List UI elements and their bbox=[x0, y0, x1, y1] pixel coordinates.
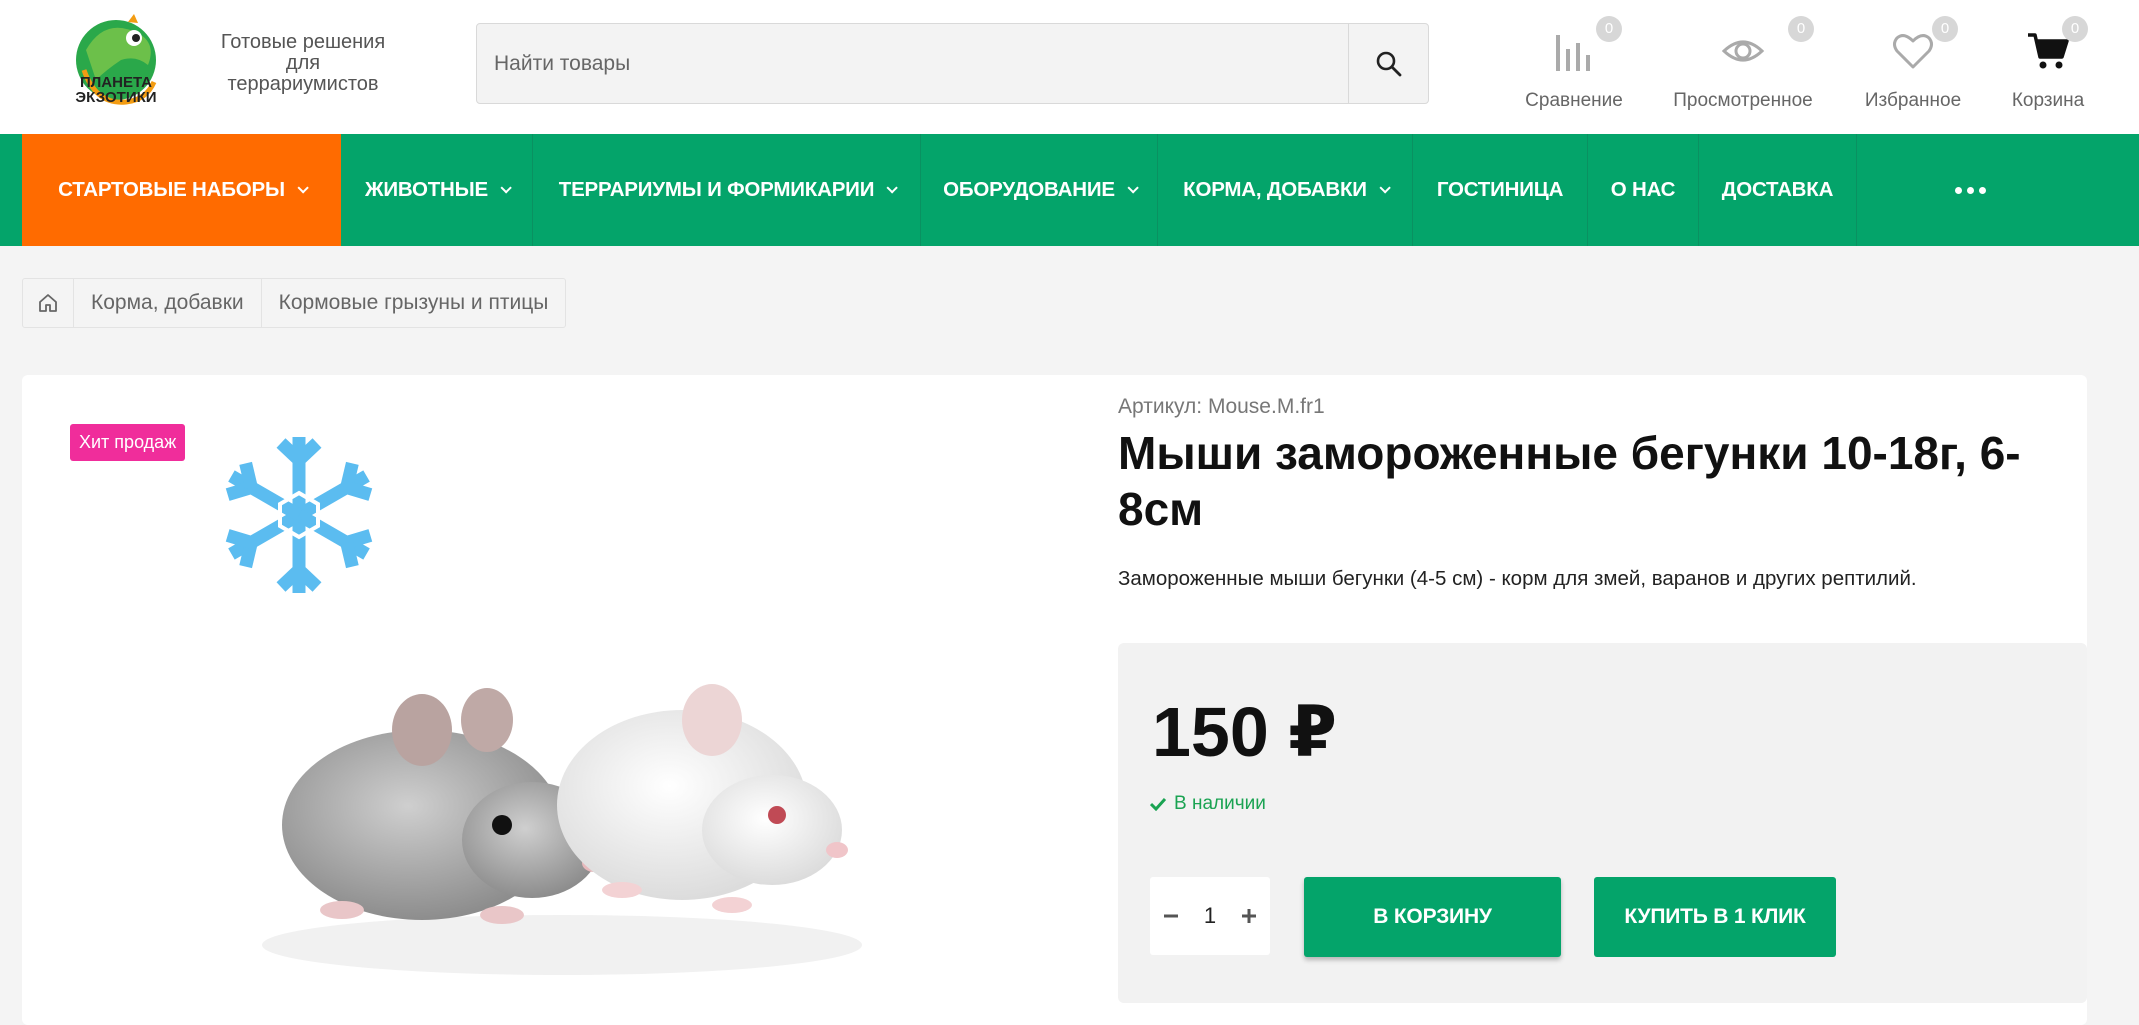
product-image[interactable] bbox=[232, 625, 892, 985]
product-description: Замороженные мыши бегунки (4-5 см) - кор… bbox=[1118, 567, 1917, 590]
site-tagline: Готовые решения для террариумистов bbox=[220, 31, 386, 95]
chevron-down-icon bbox=[886, 182, 899, 194]
compare-count-badge: 0 bbox=[1596, 16, 1622, 42]
product-article: Артикул: Mouse.M.fr1 bbox=[1118, 395, 1325, 418]
nav-item-label: ГОСТИНИЦА bbox=[1436, 178, 1564, 201]
snowflake-icon bbox=[214, 437, 384, 600]
chevron-down-icon bbox=[1127, 182, 1139, 194]
favorites-count-badge: 0 bbox=[1932, 16, 1958, 42]
search-input[interactable] bbox=[477, 24, 1348, 103]
viewed-link[interactable]: 0 Просмотренное bbox=[1670, 16, 1816, 112]
cart-label: Корзина bbox=[2011, 90, 2085, 111]
nav-item-label: СТАРТОВЫЕ НАБОРЫ bbox=[58, 178, 285, 201]
compare-icon bbox=[1556, 35, 1590, 71]
increase-button[interactable] bbox=[1238, 905, 1260, 927]
breadcrumb-item[interactable]: Корма, добавки bbox=[74, 279, 262, 327]
search-icon bbox=[1376, 51, 1401, 76]
buy-box: 150 ₽ В наличии 1 В КОРЗИНУ КУПИТЬ В 1 К… bbox=[1118, 643, 2087, 1003]
plus-icon bbox=[1242, 909, 1256, 923]
stock-status: В наличии bbox=[1150, 793, 1266, 815]
home-icon bbox=[39, 294, 57, 312]
nav-item-label: ДОСТАВКА bbox=[1721, 178, 1834, 201]
nav-item-equipment[interactable]: ОБОРУДОВАНИЕ bbox=[921, 134, 1158, 246]
buy-one-click-button[interactable]: КУПИТЬ В 1 КЛИК bbox=[1594, 877, 1836, 957]
add-to-cart-button[interactable]: В КОРЗИНУ bbox=[1304, 877, 1561, 957]
compare-link[interactable]: 0 Сравнение bbox=[1520, 16, 1628, 112]
product-title: Мыши замороженные бегунки 10-18г, 6-8см bbox=[1118, 427, 2021, 535]
check-icon bbox=[1150, 797, 1166, 811]
nav-item-terrariums[interactable]: ТЕРРАРИУМЫ И ФОРМИКАРИИ bbox=[533, 134, 921, 246]
chevron-down-icon bbox=[500, 182, 512, 194]
more-dots-icon bbox=[1955, 186, 1986, 194]
nav-item-about[interactable]: О НАС bbox=[1588, 134, 1699, 246]
favorites-label: Избранное bbox=[1864, 90, 1962, 111]
viewed-label: Просмотренное bbox=[1673, 90, 1813, 111]
minus-icon bbox=[1164, 914, 1178, 918]
decrease-button[interactable] bbox=[1160, 905, 1182, 927]
quantity-value[interactable]: 1 bbox=[1204, 903, 1216, 929]
site-header: ПЛАНЕТА ЭКЗОТИКИ Готовые решения для тер… bbox=[0, 0, 2139, 134]
nav-item-label: ТЕРРАРИУМЫ И ФОРМИКАРИИ bbox=[558, 178, 875, 201]
nav-item-label: О НАС bbox=[1610, 178, 1676, 201]
chevron-down-icon bbox=[297, 182, 309, 194]
chevron-down-icon bbox=[1379, 182, 1391, 194]
bestseller-badge: Хит продаж bbox=[70, 424, 186, 461]
nav-item-animals[interactable]: ЖИВОТНЫЕ bbox=[341, 134, 533, 246]
svg-text:ЭКЗОТИКИ: ЭКЗОТИКИ bbox=[75, 89, 156, 106]
product-price: 150 ₽ bbox=[1152, 693, 1337, 771]
compare-label: Сравнение bbox=[1525, 90, 1623, 111]
nav-item-delivery[interactable]: ДОСТАВКА bbox=[1699, 134, 1857, 246]
stock-status-label: В наличии bbox=[1174, 793, 1266, 814]
main-nav: СТАРТОВЫЕ НАБОРЫ ЖИВОТНЫЕ ТЕРРАРИУМЫ И Ф… bbox=[0, 134, 2139, 246]
nav-item-label: КОРМА, ДОБАВКИ bbox=[1183, 178, 1367, 201]
breadcrumb: Корма, добавки Кормовые грызуны и птицы bbox=[22, 278, 567, 328]
site-logo[interactable]: ПЛАНЕТА ЭКЗОТИКИ bbox=[66, 10, 166, 118]
nav-item-label: ОБОРУДОВАНИЕ bbox=[943, 178, 1115, 201]
viewed-count-badge: 0 bbox=[1788, 16, 1814, 42]
nav-item-food[interactable]: КОРМА, ДОБАВКИ bbox=[1158, 134, 1413, 246]
breadcrumb-item[interactable]: Кормовые грызуны и птицы bbox=[262, 279, 566, 327]
nav-item-hotel[interactable]: ГОСТИНИЦА bbox=[1413, 134, 1588, 246]
eye-icon bbox=[1721, 40, 1765, 62]
heart-icon bbox=[1893, 34, 1933, 69]
search-button[interactable] bbox=[1348, 24, 1428, 103]
nav-more-button[interactable] bbox=[1857, 134, 2084, 246]
nav-item-starter-kits[interactable]: СТАРТОВЫЕ НАБОРЫ bbox=[22, 134, 341, 246]
favorites-link[interactable]: 0 Избранное bbox=[1862, 16, 1964, 112]
cart-count-badge: 0 bbox=[2062, 16, 2088, 42]
cart-link[interactable]: 0 Корзина bbox=[2006, 16, 2090, 112]
search-bar bbox=[476, 23, 1429, 104]
quantity-stepper: 1 bbox=[1150, 877, 1270, 955]
nav-item-label: ЖИВОТНЫЕ bbox=[365, 178, 488, 201]
product-card: Хит продаж Артикул: Mouse.M.fr1 Мыши зам… bbox=[22, 375, 2087, 1025]
breadcrumb-home[interactable] bbox=[23, 279, 74, 327]
